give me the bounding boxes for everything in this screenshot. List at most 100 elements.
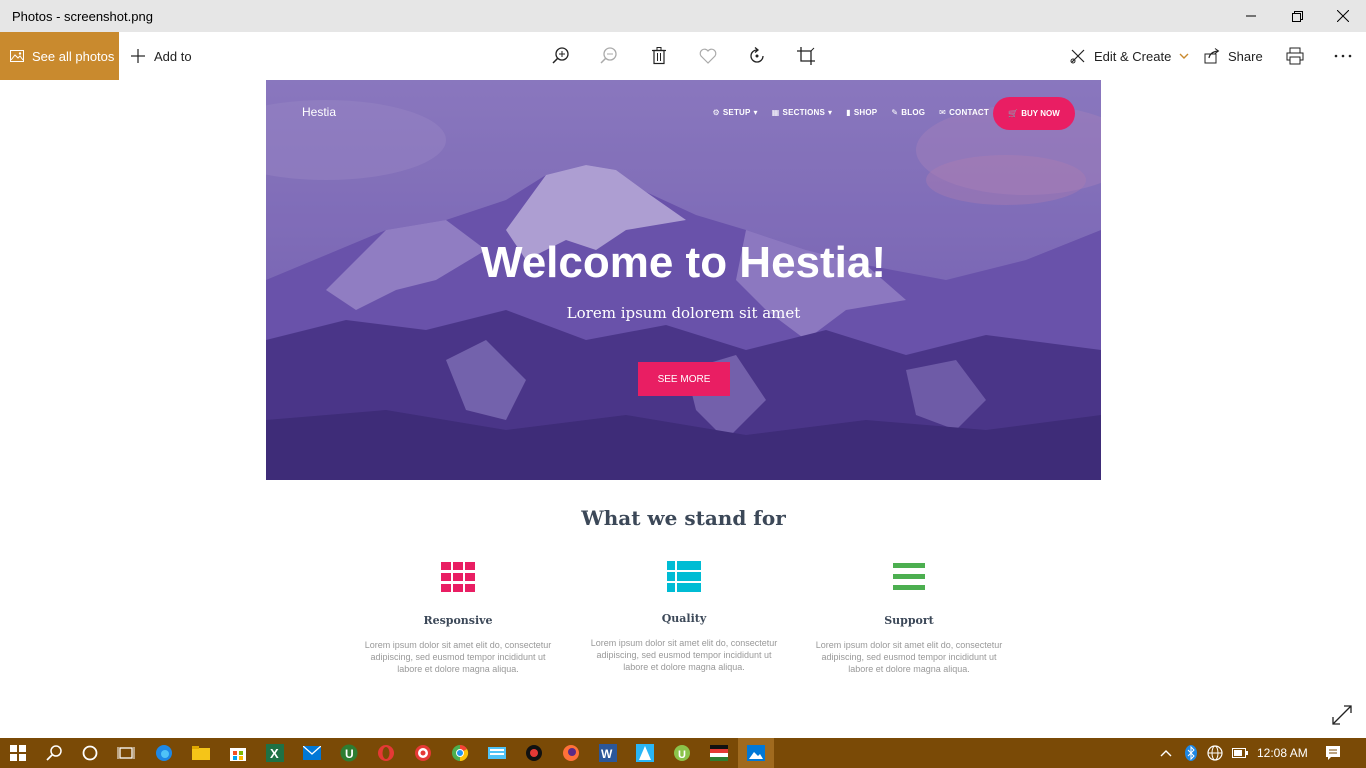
taskbar-app-green[interactable]: U [664, 738, 700, 768]
edit-create-icon [1070, 48, 1086, 64]
taskbar-target-app[interactable] [405, 738, 441, 768]
see-all-photos-button[interactable]: See all photos [0, 32, 119, 80]
fullscreen-button[interactable] [1331, 704, 1353, 726]
hero-title: Welcome to Hestia! [480, 238, 887, 287]
feature-name: Quality [661, 612, 707, 625]
list-icon [666, 560, 702, 594]
rotate-icon [750, 47, 764, 63]
start-button[interactable] [0, 738, 36, 768]
delete-button[interactable] [647, 44, 671, 68]
taskbar-file-explorer[interactable] [183, 738, 219, 768]
nav-shop[interactable]: ▮ SHOP [846, 108, 877, 117]
taskbar-word[interactable]: W [590, 738, 626, 768]
nav-shop-label: SHOP [853, 108, 878, 117]
taskbar-keyboard[interactable] [479, 738, 515, 768]
close-button[interactable] [1320, 0, 1366, 32]
photos-toolbar: See all photos Add to Edit & Create Shar… [0, 32, 1366, 80]
plus-icon [130, 48, 146, 64]
crop-button[interactable] [794, 44, 818, 68]
more-icon [1334, 54, 1352, 58]
svg-text:U: U [345, 747, 354, 761]
a-app-icon [636, 744, 654, 762]
sections-icon: ▦ [771, 108, 780, 117]
see-more-button[interactable]: SEE MORE [638, 362, 730, 396]
print-button[interactable] [1283, 44, 1307, 68]
feature-support: Support Lorem ipsum dolor sit amet elit … [809, 560, 1009, 675]
cortana-button[interactable] [72, 738, 108, 768]
add-to-button[interactable]: Add to [130, 32, 192, 80]
show-hidden-icons[interactable] [1160, 738, 1172, 768]
feature-quality: Quality Lorem ipsum dolor sit amet elit … [584, 560, 784, 673]
section-title: What we stand for [581, 506, 786, 530]
notification-icon [1326, 746, 1340, 760]
nav-sections[interactable]: ▦ SECTIONS ▾ [772, 108, 832, 117]
taskbar-firefox[interactable] [553, 738, 589, 768]
taskbar-edge[interactable] [146, 738, 182, 768]
task-view-button[interactable] [108, 738, 144, 768]
caret-down-icon: ▾ [753, 108, 758, 117]
envelope-icon: ✉ [939, 108, 947, 117]
target-icon [415, 745, 431, 761]
search-button[interactable] [36, 738, 72, 768]
expand-icon [1332, 705, 1352, 725]
close-icon [1337, 10, 1349, 22]
zoom-in-button[interactable] [549, 44, 573, 68]
svg-text:U: U [678, 749, 686, 761]
shop-icon: ▮ [846, 108, 851, 117]
restore-icon [1291, 10, 1303, 22]
feature-description: Lorem ipsum dolor sit amet elit do, cons… [815, 640, 1003, 674]
share-button[interactable]: Share [1204, 32, 1263, 80]
u-app-icon: U [340, 744, 358, 762]
printer-icon [1286, 47, 1304, 65]
taskbar-app-flag[interactable] [701, 738, 737, 768]
taskbar-photos[interactable] [738, 738, 774, 768]
buy-now-button[interactable]: 🛒 BUY NOW [993, 97, 1075, 130]
nav-setup[interactable]: ⚙ SETUP ▾ [713, 108, 758, 117]
more-options-button[interactable] [1331, 44, 1355, 68]
taskbar-chrome[interactable] [442, 738, 478, 768]
battery-icon [1232, 748, 1248, 758]
chevron-up-icon [1160, 750, 1172, 757]
taskbar-opera[interactable] [368, 738, 404, 768]
edit-create-button[interactable]: Edit & Create [1070, 32, 1189, 80]
share-icon [1204, 48, 1220, 64]
taskbar-app-a[interactable] [627, 738, 663, 768]
folder-icon [192, 746, 210, 760]
caret-down-icon: ▾ [828, 108, 833, 117]
nav-contact-label: CONTACT [949, 108, 989, 117]
clock[interactable]: 12:08 AM [1257, 738, 1308, 768]
minimize-icon [1246, 15, 1256, 17]
bluetooth-tray[interactable] [1185, 738, 1197, 768]
mail-icon [303, 746, 321, 760]
taskbar-recorder[interactable] [516, 738, 552, 768]
taskbar-store[interactable] [220, 738, 256, 768]
add-to-label: Add to [154, 48, 192, 64]
photos-app-icon [747, 745, 765, 761]
window-title: Photos - screenshot.png [12, 8, 153, 24]
network-tray[interactable] [1207, 738, 1223, 768]
taskbar-mail[interactable] [294, 738, 330, 768]
site-brand[interactable]: Hestia [302, 105, 336, 119]
nav-blog[interactable]: ✎ BLOG [891, 108, 925, 117]
green-app-icon: U [674, 745, 690, 761]
chrome-icon [452, 744, 469, 762]
taskbar-app-u[interactable]: U [331, 738, 367, 768]
nav-contact[interactable]: ✉ CONTACT [939, 108, 989, 117]
hero-subtitle: Lorem ipsum dolorem sit amet [566, 304, 801, 322]
firefox-icon [563, 745, 579, 761]
nav-sections-label: SECTIONS [782, 108, 826, 117]
bars-icon [891, 560, 927, 594]
restore-button[interactable] [1274, 0, 1320, 32]
excel-icon: X [266, 744, 284, 762]
rotate-button[interactable] [745, 44, 769, 68]
minimize-button[interactable] [1228, 0, 1274, 32]
edit-create-label: Edit & Create [1094, 48, 1172, 64]
battery-tray[interactable] [1232, 738, 1248, 768]
feature-name: Support [884, 614, 934, 627]
favorite-button[interactable] [696, 44, 720, 68]
zoom-out-button[interactable] [597, 44, 621, 68]
action-center-button[interactable] [1325, 738, 1341, 768]
taskbar-excel[interactable]: X [257, 738, 293, 768]
buy-now-label: BUY NOW [1021, 109, 1060, 118]
grid-icon [440, 560, 476, 594]
